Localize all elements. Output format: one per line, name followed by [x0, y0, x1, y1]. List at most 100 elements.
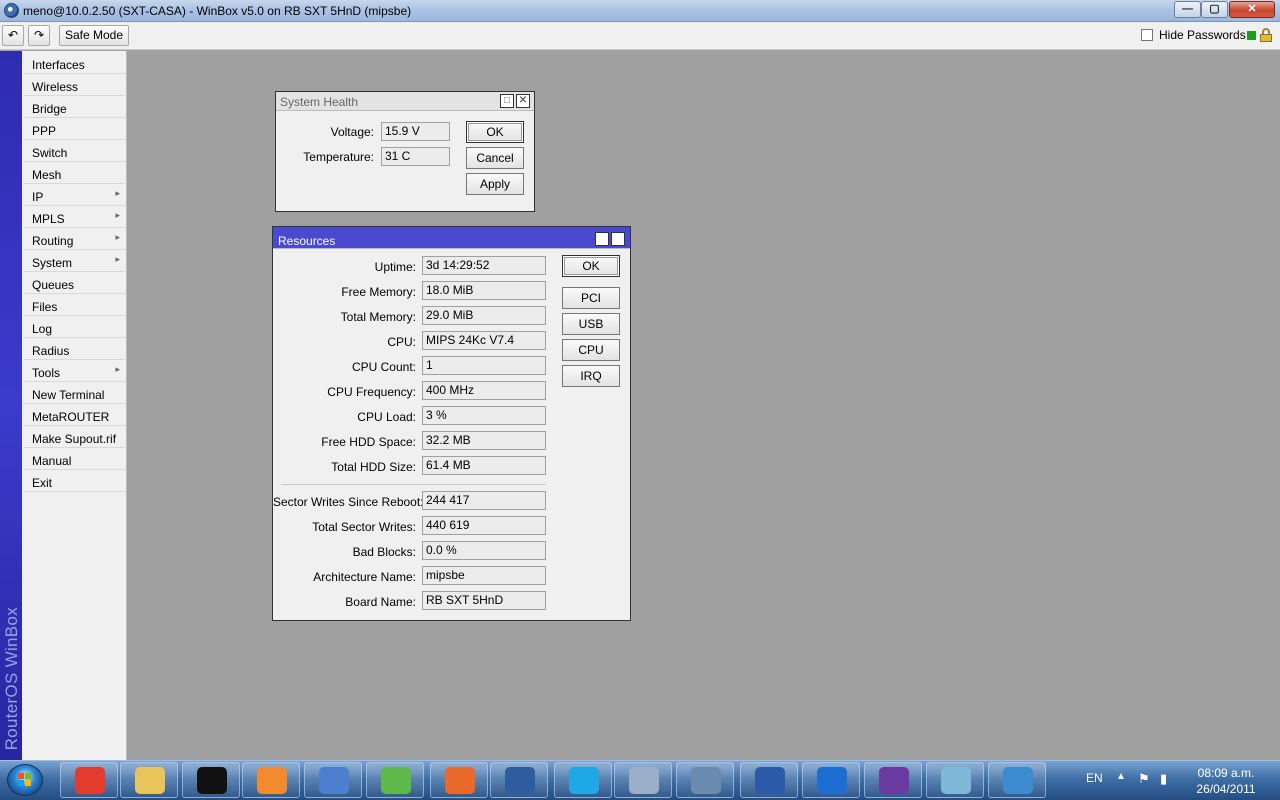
dialog-maximize-button[interactable]: □	[500, 94, 514, 108]
free-memory-field[interactable]: 18.0 MiB	[422, 281, 546, 300]
taskbar-app-button[interactable]	[304, 762, 362, 798]
language-indicator[interactable]: EN	[1086, 771, 1103, 785]
usb-button[interactable]: USB	[562, 313, 620, 335]
dialog-close-button[interactable]: ✕	[516, 94, 530, 108]
dialog-title-bar[interactable]: System Health □ ✕	[276, 92, 534, 111]
cpu-field[interactable]: MIPS 24Kc V7.4	[422, 331, 546, 350]
taskbar-app-button[interactable]	[676, 762, 734, 798]
menu-item-routing[interactable]: Routing ▸	[24, 229, 125, 250]
menu-item-metarouter[interactable]: MetaROUTER	[24, 405, 125, 426]
taskbar-app-button[interactable]	[988, 762, 1046, 798]
action-center-icon[interactable]: ⚑	[1138, 771, 1150, 787]
cpu-button[interactable]: CPU	[562, 339, 620, 361]
menu-item-label: Switch	[32, 146, 68, 160]
total-memory-field[interactable]: 29.0 MiB	[422, 306, 546, 325]
free-hdd-space-field[interactable]: 32.2 MB	[422, 431, 546, 450]
menu-item-queues[interactable]: Queues	[24, 273, 125, 294]
menu-item-label: Manual	[32, 454, 72, 468]
dialog-maximize-button[interactable]: □	[595, 232, 609, 246]
ok-button[interactable]: OK	[466, 121, 524, 143]
menu-item-ip[interactable]: IP ▸	[24, 185, 125, 206]
menu-item-bridge[interactable]: Bridge	[24, 97, 125, 118]
taskbar-app-button[interactable]	[864, 762, 922, 798]
menu-item-label: Wireless	[32, 80, 79, 94]
taskbar-app-button[interactable]	[614, 762, 672, 798]
menu-item-manual[interactable]: Manual	[24, 449, 125, 470]
board-name-field[interactable]: RB SXT 5HnD	[422, 591, 546, 610]
undo-button[interactable]: ↶	[2, 25, 24, 46]
menu-item-label: System	[32, 256, 73, 270]
bad-blocks-field[interactable]: 0.0 %	[422, 541, 546, 560]
cpu-frequency-field[interactable]: 400 MHz	[422, 381, 546, 400]
menu-item-make-supout[interactable]: Make Supout.rif	[24, 427, 125, 448]
connection-status-indicator	[1247, 31, 1256, 40]
chrome-icon	[75, 767, 105, 794]
menu-item-mpls[interactable]: MPLS ▸	[24, 207, 125, 228]
taskbar-app-button[interactable]	[490, 762, 548, 798]
sector-writes-since-reboot-field[interactable]: 244 417	[422, 491, 546, 510]
voltage-field[interactable]: 15.9 V	[381, 122, 450, 141]
menu-item-label: Exit	[32, 476, 53, 490]
menu-item-mesh[interactable]: Mesh	[24, 163, 125, 184]
submenu-arrow-icon: ▸	[115, 232, 120, 242]
cpu-load-field[interactable]: 3 %	[422, 406, 546, 425]
dialog-close-button[interactable]: ✕	[611, 232, 625, 246]
notes-icon	[941, 767, 971, 794]
menu-item-switch[interactable]: Switch	[24, 141, 125, 162]
taskbar-app-button[interactable]	[430, 762, 488, 798]
system-clock[interactable]: 08:09 a.m. 26/04/2011	[1180, 765, 1272, 797]
dialog-title-bar[interactable]: Resources □ ✕	[273, 227, 630, 249]
taskbar-app-button[interactable]	[926, 762, 984, 798]
taskbar-app-button[interactable]	[554, 762, 612, 798]
maximize-button[interactable]: ▢	[1201, 1, 1228, 18]
hide-passwords-label: Hide Passwords	[1159, 28, 1246, 42]
redo-button[interactable]: ↷	[28, 25, 50, 46]
temperature-field[interactable]: 31 C	[381, 147, 450, 166]
power-icon[interactable]: ▮	[1160, 771, 1167, 787]
irq-button[interactable]: IRQ	[562, 365, 620, 387]
close-icon: ✕	[1247, 3, 1257, 15]
total-sector-writes-field[interactable]: 440 619	[422, 516, 546, 535]
total-hdd-size-field[interactable]: 61.4 MB	[422, 456, 546, 475]
taskbar-app-button[interactable]	[802, 762, 860, 798]
board-name-label: Board Name:	[345, 595, 416, 609]
taskbar-app-button[interactable]	[740, 762, 798, 798]
menu-item-files[interactable]: Files	[24, 295, 125, 316]
brand-strip: RouterOS WinBox	[0, 51, 22, 760]
architecture-name-field[interactable]: mipsbe	[422, 566, 546, 585]
explorer-icon	[135, 767, 165, 794]
taskbar-app-button[interactable]	[242, 762, 300, 798]
cancel-button[interactable]: Cancel	[466, 147, 524, 169]
start-button[interactable]	[7, 764, 43, 796]
window-title-bar: meno@10.0.2.50 (SXT-CASA) - WinBox v5.0 …	[0, 0, 1280, 22]
taskbar-app-button[interactable]	[60, 762, 118, 798]
lock-app-icon	[691, 767, 721, 794]
media-player-icon	[257, 767, 287, 794]
menu-item-log[interactable]: Log	[24, 317, 125, 338]
apply-button[interactable]: Apply	[466, 173, 524, 195]
show-hidden-icons-button[interactable]: ▲	[1116, 771, 1126, 782]
taskbar-app-button[interactable]	[182, 762, 240, 798]
menu-item-ppp[interactable]: PPP	[24, 119, 125, 140]
safe-mode-button[interactable]: Safe Mode	[59, 25, 129, 46]
menu-item-radius[interactable]: Radius	[24, 339, 125, 360]
uptime-field[interactable]: 3d 14:29:52	[422, 256, 546, 275]
close-button[interactable]: ✕	[1229, 1, 1275, 18]
menu-item-exit[interactable]: Exit	[24, 471, 125, 492]
network-icon	[319, 767, 349, 794]
taskbar-app-button[interactable]	[120, 762, 178, 798]
pci-button[interactable]: PCI	[562, 287, 620, 309]
architecture-name-label: Architecture Name:	[313, 570, 416, 584]
menu-item-interfaces[interactable]: Interfaces	[24, 53, 125, 74]
menu-item-label: Tools	[32, 366, 61, 380]
ok-button[interactable]: OK	[562, 255, 620, 277]
hide-passwords-checkbox[interactable]	[1141, 29, 1153, 41]
menu-item-new-terminal[interactable]: New Terminal	[24, 383, 125, 404]
taskbar-app-button[interactable]	[366, 762, 424, 798]
menu-item-tools[interactable]: Tools ▸	[24, 361, 125, 382]
submenu-arrow-icon: ▸	[115, 210, 120, 220]
menu-item-wireless[interactable]: Wireless	[24, 75, 125, 96]
menu-item-system[interactable]: System ▸	[24, 251, 125, 272]
cpu-count-field[interactable]: 1	[422, 356, 546, 375]
minimize-button[interactable]: —	[1174, 1, 1201, 18]
